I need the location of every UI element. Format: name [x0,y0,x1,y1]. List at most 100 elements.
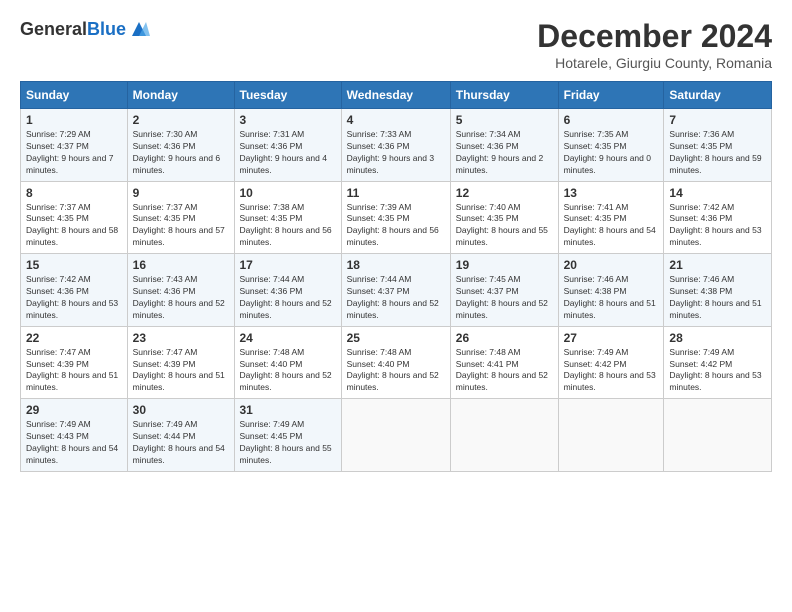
calendar-week-1: 8Sunrise: 7:37 AMSunset: 4:35 PMDaylight… [21,181,772,254]
day-number: 25 [347,331,445,345]
calendar-cell: 15 Sunrise: 7:42 AMSunset: 4:36 PMDayligh… [21,254,128,327]
day-number: 6 [564,113,659,127]
calendar-cell: 13 Sunrise: 7:41 AMSunset: 4:35 PMDayligh… [558,181,664,254]
day-number: 23 [133,331,229,345]
day-number: 10 [240,186,336,200]
day-info: Sunrise: 7:46 AMSunset: 4:38 PMDaylight:… [669,274,766,322]
day-info: Sunrise: 7:39 AMSunset: 4:35 PMDaylight:… [347,202,445,250]
calendar-cell: 22 Sunrise: 7:47 AMSunset: 4:39 PMDayligh… [21,326,128,399]
logo-blue-text: Blue [87,19,126,39]
day-info: Sunrise: 7:49 AMSunset: 4:42 PMDaylight:… [669,347,766,395]
col-sunday: Sunday [21,82,128,109]
day-info: Sunrise: 7:30 AMSunset: 4:36 PMDaylight:… [133,129,229,177]
calendar-cell: 10 Sunrise: 7:38 AMSunset: 4:35 PMDayligh… [234,181,341,254]
day-number: 17 [240,258,336,272]
calendar-cell: 19Sunrise: 7:45 AMSunset: 4:37 PMDayligh… [450,254,558,327]
calendar-cell: 2 Sunrise: 7:30 AMSunset: 4:36 PMDaylight… [127,109,234,182]
day-info: Sunrise: 7:44 AMSunset: 4:36 PMDaylight:… [240,274,336,322]
day-info: Sunrise: 7:49 AMSunset: 4:44 PMDaylight:… [133,419,229,467]
calendar-cell: 8Sunrise: 7:37 AMSunset: 4:35 PMDaylight… [21,181,128,254]
day-info: Sunrise: 7:42 AMSunset: 4:36 PMDaylight:… [669,202,766,250]
calendar-cell: 12 Sunrise: 7:40 AMSunset: 4:35 PMDayligh… [450,181,558,254]
calendar-cell: 6 Sunrise: 7:35 AMSunset: 4:35 PMDaylight… [558,109,664,182]
day-number: 21 [669,258,766,272]
day-info: Sunrise: 7:35 AMSunset: 4:35 PMDaylight:… [564,129,659,177]
calendar-cell: 18 Sunrise: 7:44 AMSunset: 4:37 PMDayligh… [341,254,450,327]
day-number: 15 [26,258,122,272]
day-number: 14 [669,186,766,200]
day-info: Sunrise: 7:37 AMSunset: 4:35 PMDaylight:… [26,202,122,250]
day-info: Sunrise: 7:44 AMSunset: 4:37 PMDaylight:… [347,274,445,322]
calendar-cell: 7Sunrise: 7:36 AMSunset: 4:35 PMDaylight… [664,109,772,182]
calendar-cell: 21 Sunrise: 7:46 AMSunset: 4:38 PMDayligh… [664,254,772,327]
day-info: Sunrise: 7:47 AMSunset: 4:39 PMDaylight:… [133,347,229,395]
day-number: 19 [456,258,553,272]
logo-icon [128,18,150,40]
day-info: Sunrise: 7:41 AMSunset: 4:35 PMDaylight:… [564,202,659,250]
logo-general-text: General [20,19,87,39]
calendar-cell: 23 Sunrise: 7:47 AMSunset: 4:39 PMDayligh… [127,326,234,399]
day-number: 22 [26,331,122,345]
day-info: Sunrise: 7:49 AMSunset: 4:45 PMDaylight:… [240,419,336,467]
month-title: December 2024 [537,18,772,55]
calendar-table: Sunday Monday Tuesday Wednesday Thursday… [20,81,772,472]
day-number: 13 [564,186,659,200]
day-info: Sunrise: 7:48 AMSunset: 4:40 PMDaylight:… [347,347,445,395]
col-thursday: Thursday [450,82,558,109]
calendar-cell: 28 Sunrise: 7:49 AMSunset: 4:42 PMDayligh… [664,326,772,399]
day-number: 30 [133,403,229,417]
calendar-cell: 9Sunrise: 7:37 AMSunset: 4:35 PMDaylight… [127,181,234,254]
col-wednesday: Wednesday [341,82,450,109]
calendar-cell: 25 Sunrise: 7:48 AMSunset: 4:40 PMDayligh… [341,326,450,399]
calendar-cell: 3Sunrise: 7:31 AMSunset: 4:36 PMDaylight… [234,109,341,182]
logo-general: GeneralBlue [20,19,126,40]
day-info: Sunrise: 7:42 AMSunset: 4:36 PMDaylight:… [26,274,122,322]
col-friday: Friday [558,82,664,109]
day-number: 7 [669,113,766,127]
col-saturday: Saturday [664,82,772,109]
calendar-header: Sunday Monday Tuesday Wednesday Thursday… [21,82,772,109]
calendar-cell: 1 Sunrise: 7:29 AMSunset: 4:37 PMDaylight… [21,109,128,182]
calendar-cell: 4Sunrise: 7:33 AMSunset: 4:36 PMDaylight… [341,109,450,182]
calendar-cell [664,399,772,472]
calendar-cell: 26Sunrise: 7:48 AMSunset: 4:41 PMDayligh… [450,326,558,399]
calendar-week-2: 15 Sunrise: 7:42 AMSunset: 4:36 PMDayligh… [21,254,772,327]
calendar-cell: 11 Sunrise: 7:39 AMSunset: 4:35 PMDayligh… [341,181,450,254]
col-tuesday: Tuesday [234,82,341,109]
logo: GeneralBlue [20,18,150,40]
day-number: 18 [347,258,445,272]
day-number: 27 [564,331,659,345]
day-number: 1 [26,113,122,127]
calendar-cell: 24Sunrise: 7:48 AMSunset: 4:40 PMDayligh… [234,326,341,399]
day-number: 28 [669,331,766,345]
calendar-cell: 31 Sunrise: 7:49 AMSunset: 4:45 PMDayligh… [234,399,341,472]
subtitle: Hotarele, Giurgiu County, Romania [537,55,772,71]
day-number: 31 [240,403,336,417]
day-number: 24 [240,331,336,345]
main-container: GeneralBlue December 2024 Hotarele, Giur… [0,0,792,482]
day-number: 29 [26,403,122,417]
day-info: Sunrise: 7:47 AMSunset: 4:39 PMDaylight:… [26,347,122,395]
day-number: 11 [347,186,445,200]
day-number: 2 [133,113,229,127]
day-info: Sunrise: 7:38 AMSunset: 4:35 PMDaylight:… [240,202,336,250]
calendar-week-4: 29 Sunrise: 7:49 AMSunset: 4:43 PMDayligh… [21,399,772,472]
day-info: Sunrise: 7:49 AMSunset: 4:43 PMDaylight:… [26,419,122,467]
day-number: 5 [456,113,553,127]
day-number: 9 [133,186,229,200]
calendar-cell: 27 Sunrise: 7:49 AMSunset: 4:42 PMDayligh… [558,326,664,399]
day-number: 12 [456,186,553,200]
day-info: Sunrise: 7:31 AMSunset: 4:36 PMDaylight:… [240,129,336,177]
day-info: Sunrise: 7:40 AMSunset: 4:35 PMDaylight:… [456,202,553,250]
calendar-body: 1 Sunrise: 7:29 AMSunset: 4:37 PMDaylight… [21,109,772,472]
day-number: 16 [133,258,229,272]
day-info: Sunrise: 7:29 AMSunset: 4:37 PMDaylight:… [26,129,122,177]
day-info: Sunrise: 7:43 AMSunset: 4:36 PMDaylight:… [133,274,229,322]
calendar-cell: 16 Sunrise: 7:43 AMSunset: 4:36 PMDayligh… [127,254,234,327]
calendar-cell [558,399,664,472]
col-monday: Monday [127,82,234,109]
day-info: Sunrise: 7:49 AMSunset: 4:42 PMDaylight:… [564,347,659,395]
day-number: 20 [564,258,659,272]
header-row: Sunday Monday Tuesday Wednesday Thursday… [21,82,772,109]
header: GeneralBlue December 2024 Hotarele, Giur… [20,18,772,71]
